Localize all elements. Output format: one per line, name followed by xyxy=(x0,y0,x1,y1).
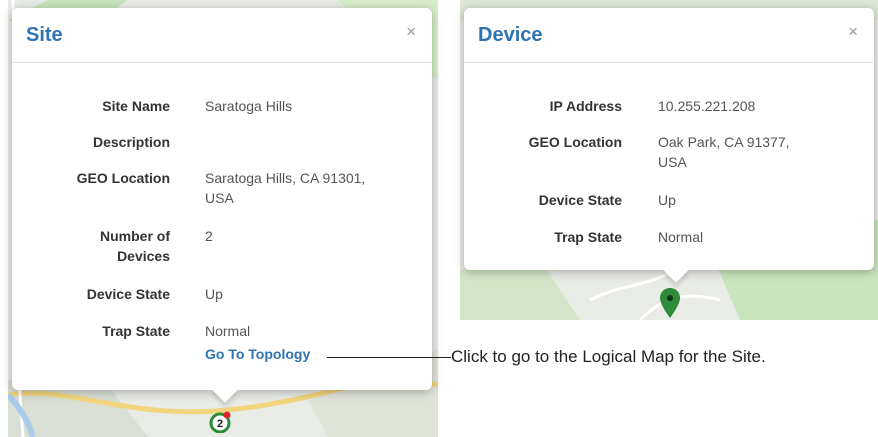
field-label: GEO Location xyxy=(76,170,170,186)
field-label: Description xyxy=(92,134,170,150)
field-value: Up xyxy=(205,286,223,302)
field-value: 2 xyxy=(205,228,213,244)
device-info-popup: Device × IP Address 10.255.221.208 GEO L… xyxy=(464,8,874,270)
map-pin-icon[interactable] xyxy=(659,287,681,319)
field-label: Trap State xyxy=(554,229,622,245)
site-popup-title: Site xyxy=(26,24,63,46)
field-label: Device State xyxy=(538,192,622,208)
site-info-popup: Site × Site Name Saratoga Hills Descript… xyxy=(12,8,432,390)
field-label: Trap State xyxy=(102,323,170,339)
field-value: Up xyxy=(658,192,676,208)
field-label: Number of Devices xyxy=(100,228,170,264)
field-label: GEO Location xyxy=(528,134,622,150)
callout-line xyxy=(327,357,451,358)
field-label: IP Address xyxy=(549,98,622,114)
field-value: 10.255.221.208 xyxy=(658,98,756,114)
field-label: Site Name xyxy=(102,98,170,114)
field-value: Normal xyxy=(205,323,251,339)
site-popup-header: Site × xyxy=(12,8,432,63)
site-cluster-marker-icon[interactable]: 2 xyxy=(209,411,231,433)
field-value: Saratoga Hills xyxy=(205,98,293,114)
field-value: Normal xyxy=(658,229,704,245)
device-popup-header: Device × xyxy=(464,8,874,63)
close-icon[interactable]: × xyxy=(406,22,416,42)
callout-text: Click to go to the Logical Map for the S… xyxy=(451,347,766,366)
field-value: Saratoga Hills, CA 91301, USA xyxy=(205,170,366,206)
go-to-topology-link[interactable]: Go To Topology xyxy=(205,346,310,362)
close-icon[interactable]: × xyxy=(848,22,858,42)
field-value: Oak Park, CA 91377, USA xyxy=(658,134,790,170)
field-label: Device State xyxy=(86,286,170,302)
site-marker-count: 2 xyxy=(217,418,223,430)
device-popup-title: Device xyxy=(478,24,543,46)
